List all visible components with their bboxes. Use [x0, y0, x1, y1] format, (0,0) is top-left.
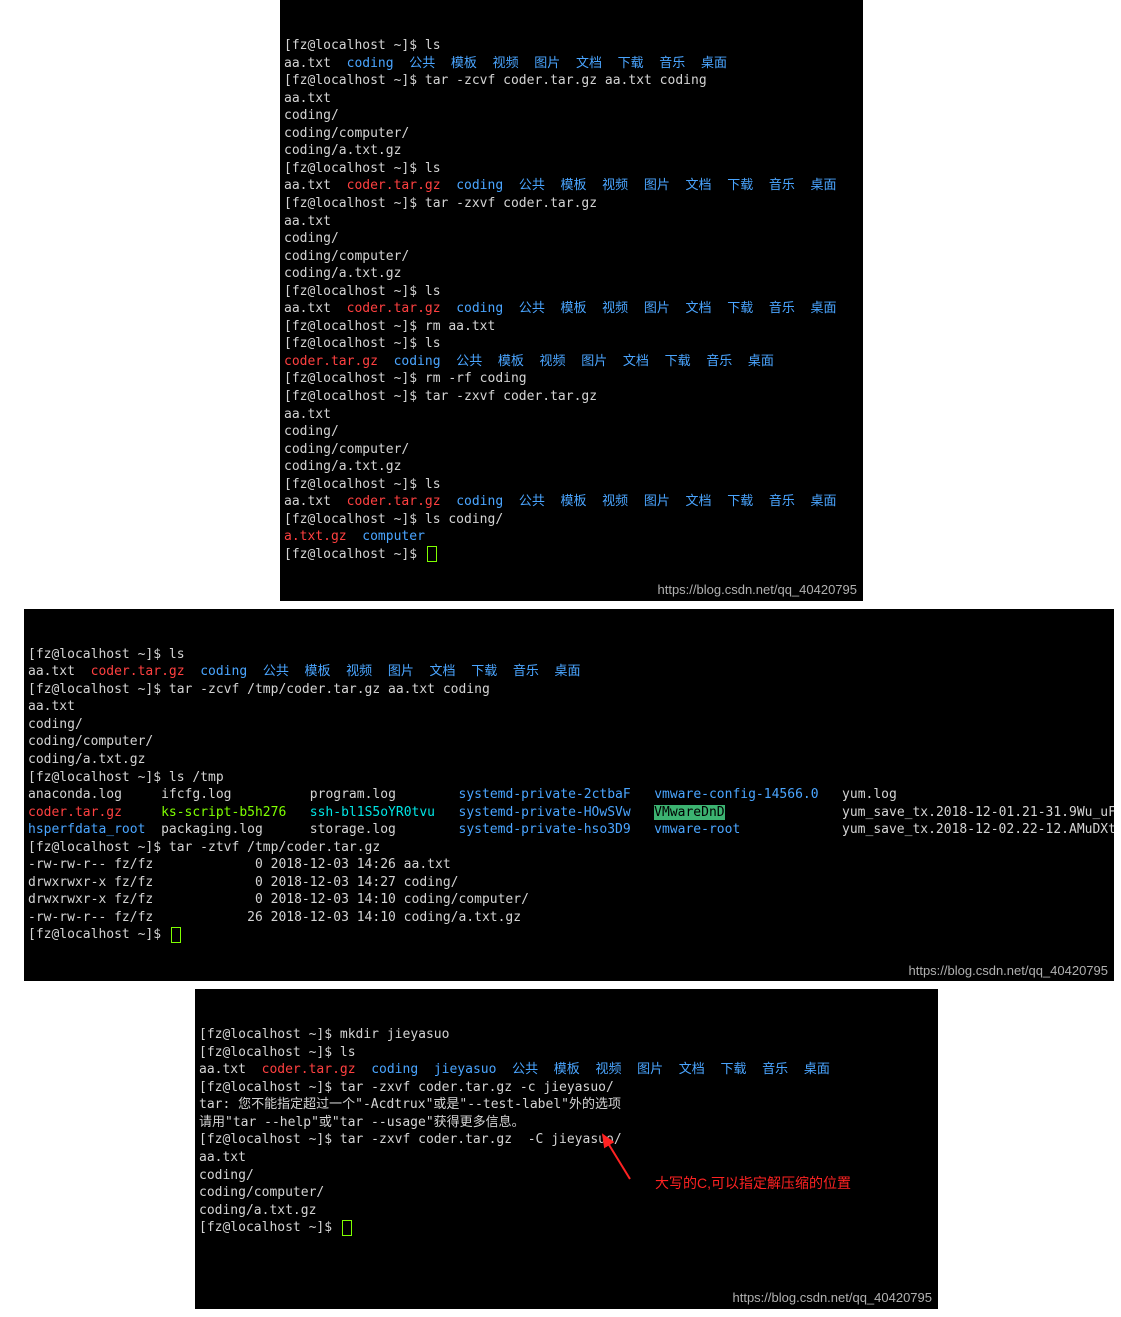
- arrow-icon: [595, 1131, 635, 1181]
- terminal-1-content: [fz@localhost ~]$ lsaa.txt coding 公共 模板 …: [284, 37, 859, 563]
- terminal-1[interactable]: [fz@localhost ~]$ lsaa.txt coding 公共 模板 …: [280, 0, 863, 601]
- annotation-text: 大写的C,可以指定解压缩的位置: [655, 1174, 851, 1193]
- terminal-3[interactable]: [fz@localhost ~]$ mkdir jieyasuo[fz@loca…: [195, 989, 938, 1309]
- terminal-2-content: [fz@localhost ~]$ lsaa.txt coder.tar.gz …: [28, 646, 1110, 944]
- watermark: https://blog.csdn.net/qq_40420795: [658, 581, 858, 599]
- watermark: https://blog.csdn.net/qq_40420795: [733, 1289, 933, 1307]
- terminal-2[interactable]: [fz@localhost ~]$ lsaa.txt coder.tar.gz …: [24, 609, 1114, 981]
- terminal-3-content: [fz@localhost ~]$ mkdir jieyasuo[fz@loca…: [199, 1026, 934, 1237]
- watermark: https://blog.csdn.net/qq_40420795: [909, 962, 1109, 980]
